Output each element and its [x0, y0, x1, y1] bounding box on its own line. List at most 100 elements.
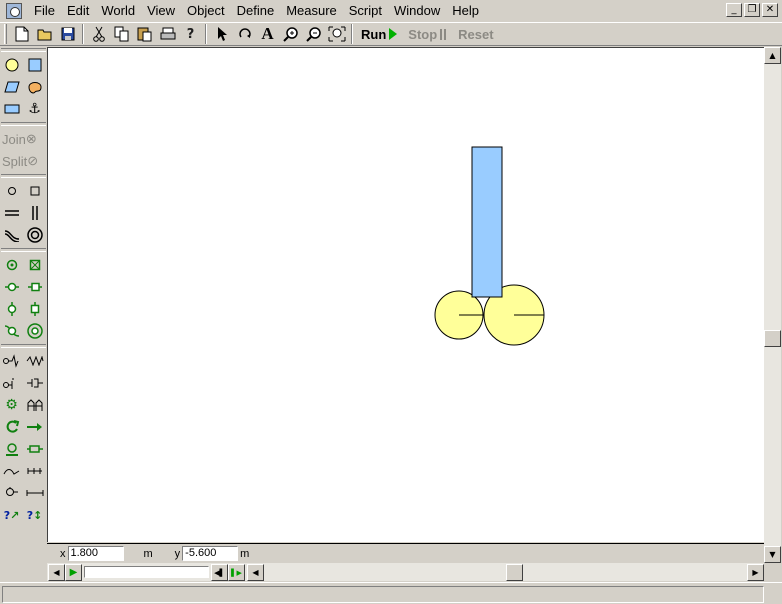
minimize-button[interactable]: _ — [726, 3, 742, 17]
tape-step-back-icon[interactable]: ◀▌ — [211, 564, 228, 581]
playback-scroll-row: ◀ ▶ ◀▌ ▌▶ ◀ ▶ — [47, 563, 764, 581]
vertical-scroll-thumb[interactable] — [764, 330, 781, 347]
copy-icon[interactable] — [110, 23, 133, 45]
menu-object[interactable]: Object — [181, 0, 231, 22]
pin-joint-icon[interactable] — [0, 254, 23, 276]
menu-window[interactable]: Window — [388, 0, 446, 22]
horizontal-keyed-slot-icon[interactable] — [23, 276, 46, 298]
play-icon — [389, 28, 398, 40]
pulley-icon[interactable] — [23, 460, 46, 482]
circle-tool-icon[interactable] — [0, 54, 23, 76]
scroll-right-icon[interactable]: ▶ — [747, 564, 764, 581]
menu-define[interactable]: Define — [231, 0, 281, 22]
menu-measure[interactable]: Measure — [280, 0, 343, 22]
zoom-out-icon[interactable] — [302, 23, 325, 45]
horizontal-pin-slot-icon[interactable] — [0, 276, 23, 298]
button-control-icon[interactable]: ? ↗ — [0, 504, 23, 526]
pointer-tool-icon[interactable] — [210, 23, 233, 45]
scroll-left-icon[interactable]: ◀ — [247, 564, 264, 581]
vertical-scrollbar[interactable]: ▲ ▼ — [764, 47, 781, 563]
square-tool-icon[interactable] — [0, 98, 23, 120]
anchor-tool-icon[interactable]: ⚓ — [23, 98, 46, 120]
coordinate-bar: x 1.800 m y -5.600 m — [47, 543, 764, 563]
vertical-pin-slot-icon[interactable] — [0, 298, 23, 320]
app-icon[interactable] — [6, 3, 22, 19]
palette-separator — [1, 174, 46, 178]
toolbar: ? A Run Stop Reset — [0, 22, 782, 46]
x-coord-field[interactable]: 1.800 — [67, 546, 124, 561]
scroll-up-icon[interactable]: ▲ — [764, 47, 781, 64]
text-tool-icon[interactable]: A — [256, 23, 279, 45]
curved-body-tool-icon[interactable] — [23, 76, 46, 98]
rectangle-tool-icon[interactable] — [23, 54, 46, 76]
menu-edit[interactable]: Edit — [61, 0, 95, 22]
toolbar-separator — [351, 24, 353, 44]
vertical-slot-icon[interactable] — [23, 202, 46, 224]
curved-slot-icon[interactable] — [0, 224, 23, 246]
torque-icon[interactable] — [0, 416, 23, 438]
join-button[interactable]: Join ⊗ — [0, 128, 47, 150]
rotate-tool-icon[interactable] — [233, 23, 256, 45]
scroll-down-icon[interactable]: ▼ — [764, 546, 781, 563]
save-icon[interactable] — [56, 23, 79, 45]
separator-icon[interactable] — [23, 394, 46, 416]
y-coord-field[interactable]: -5.600 — [182, 546, 239, 561]
paste-icon[interactable] — [133, 23, 156, 45]
joint-rope-icon[interactable] — [0, 460, 23, 482]
help-icon[interactable]: ? — [179, 23, 202, 45]
menu-view[interactable]: View — [141, 0, 181, 22]
tape-step-forward-icon[interactable]: ▌▶ — [228, 564, 245, 581]
zoom-in-icon[interactable] — [279, 23, 302, 45]
stop-button[interactable]: Stop — [402, 23, 452, 45]
new-file-icon[interactable] — [10, 23, 33, 45]
force-icon[interactable] — [23, 416, 46, 438]
palette-separator — [1, 248, 46, 252]
point-on-slot-icon[interactable] — [0, 482, 23, 504]
closed-slot-icon[interactable] — [23, 224, 46, 246]
menu-script[interactable]: Script — [343, 0, 388, 22]
gear-icon[interactable]: ⚙ — [0, 394, 23, 416]
reset-button[interactable]: Reset — [452, 23, 499, 45]
actuator-icon[interactable] — [23, 438, 46, 460]
horizontal-scroll-thumb[interactable] — [506, 564, 523, 581]
left-circle-body[interactable] — [434, 290, 484, 340]
slider-control-icon[interactable]: ? ↕ — [23, 504, 46, 526]
spring-icon[interactable] — [23, 350, 46, 372]
window-controls: _ ❐ ✕ — [726, 3, 778, 17]
open-folder-icon[interactable] — [33, 23, 56, 45]
damper-icon[interactable] — [23, 372, 46, 394]
status-bar — [0, 582, 782, 604]
cut-icon[interactable] — [87, 23, 110, 45]
measure-line-icon[interactable] — [23, 482, 46, 504]
closed-pin-slot-icon[interactable] — [23, 320, 46, 342]
square-point-element-icon[interactable] — [23, 180, 46, 202]
polygon-tool-icon[interactable] — [0, 76, 23, 98]
run-button[interactable]: Run — [356, 23, 402, 45]
curved-pin-slot-icon[interactable] — [0, 320, 23, 342]
workspace-drawing — [434, 146, 545, 346]
tape-rewind-icon[interactable]: ◀ — [48, 564, 65, 581]
horizontal-slot-icon[interactable] — [0, 202, 23, 224]
join-label: Join — [2, 131, 26, 147]
vertical-keyed-slot-icon[interactable] — [23, 298, 46, 320]
menu-world[interactable]: World — [95, 0, 141, 22]
menu-file[interactable]: File — [28, 0, 61, 22]
rope-icon[interactable] — [0, 372, 23, 394]
tape-play-icon[interactable]: ▶ — [65, 564, 82, 581]
zoom-fit-icon[interactable] — [325, 23, 348, 45]
workspace-canvas[interactable] — [47, 47, 764, 542]
close-button[interactable]: ✕ — [762, 3, 778, 17]
point-element-icon[interactable] — [0, 180, 23, 202]
restore-button[interactable]: ❐ — [744, 3, 760, 17]
tape-slider-track[interactable] — [84, 566, 209, 578]
rod-icon[interactable] — [0, 350, 23, 372]
rectangle-body[interactable] — [471, 146, 503, 298]
status-field — [2, 586, 764, 603]
split-button[interactable]: Split ⊘ — [0, 150, 47, 172]
rigid-joint-icon[interactable] — [23, 254, 46, 276]
menu-help[interactable]: Help — [446, 0, 485, 22]
toolbar-grip[interactable] — [4, 24, 7, 44]
print-icon[interactable] — [156, 23, 179, 45]
tool-palette: ⚓ Join ⊗ Split ⊘ ⚙ ? ↗ ? ↕ — [0, 48, 47, 580]
motor-icon[interactable] — [0, 438, 23, 460]
